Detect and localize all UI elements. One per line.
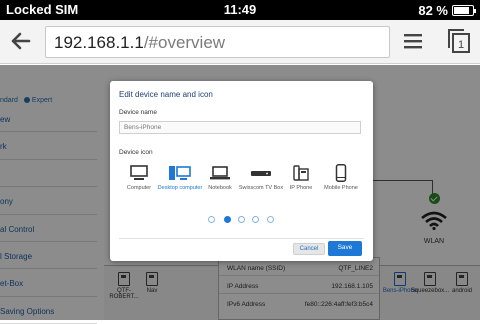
battery-indicator: 82 % (418, 3, 476, 18)
tv-box-icon (251, 171, 271, 176)
status-bar: Locked SIM 11:49 82 % (0, 0, 480, 20)
pager-dot[interactable] (224, 216, 231, 223)
icon-option-mobile-phone[interactable]: Mobile Phone (318, 164, 364, 192)
url-host: 192.168.1.1 (54, 33, 144, 52)
url-path: /#overview (143, 33, 226, 52)
mobile-phone-icon (335, 164, 347, 182)
desktop-computer-icon (169, 166, 191, 180)
icon-option-computer[interactable]: Computer (116, 164, 162, 192)
save-button[interactable]: Save (328, 241, 362, 256)
battery-percent: 82 % (418, 3, 448, 18)
cancel-button[interactable]: Cancel (293, 243, 325, 255)
notebook-icon (210, 166, 230, 180)
pager-dot[interactable] (267, 216, 274, 223)
pager-dot[interactable] (238, 216, 245, 223)
icon-option-label: Computer (126, 185, 152, 191)
pager-dot[interactable] (208, 216, 215, 223)
device-name-label: Device name (119, 109, 157, 116)
computer-icon (130, 165, 148, 180)
back-arrow-icon[interactable] (10, 30, 32, 52)
icon-pager (110, 215, 373, 225)
edit-device-dialog: Edit device name and icon Device name Be… (110, 81, 373, 261)
divider (119, 238, 364, 239)
battery-icon (452, 5, 476, 16)
battery-fill (454, 7, 469, 14)
svg-text:1: 1 (458, 39, 464, 51)
tabs-icon[interactable]: 1 (447, 29, 471, 53)
device-icon-picker: Computer Desktop computer Notebook Swiss… (110, 164, 373, 209)
icon-option-notebook[interactable]: Notebook (197, 164, 243, 192)
clock: 11:49 (223, 2, 257, 17)
device-name-input[interactable]: Bens-iPhone (119, 121, 361, 134)
dialog-title: Edit device name and icon (119, 90, 213, 99)
icon-option-label: Mobile Phone (324, 185, 358, 191)
device-icon-label: Device icon (119, 149, 153, 156)
icon-option-label: Notebook (208, 185, 232, 191)
browser-toolbar: 192.168.1.1/#overview 1 (0, 20, 480, 64)
ip-phone-icon (293, 165, 309, 181)
menu-icon[interactable] (404, 33, 422, 49)
address-bar[interactable]: 192.168.1.1/#overview (45, 26, 390, 58)
pager-dot[interactable] (252, 216, 259, 223)
